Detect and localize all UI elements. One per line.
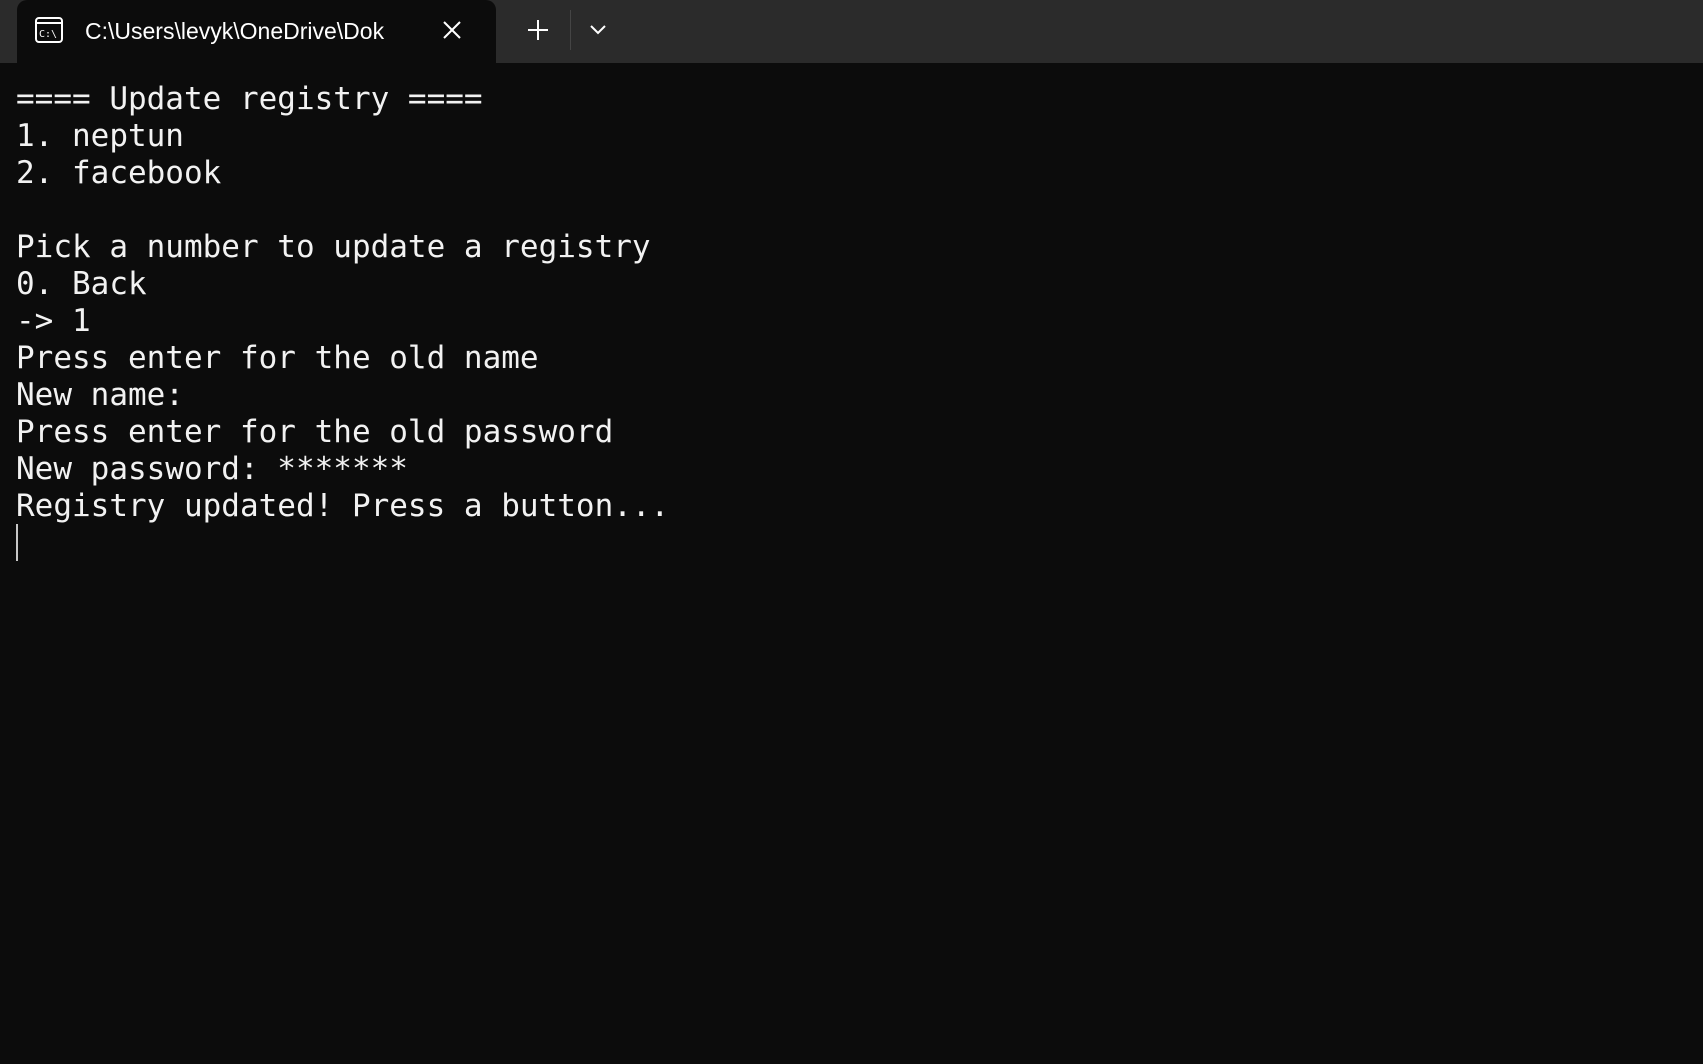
tab-separator (570, 10, 571, 50)
console-line: Press enter for the old password (16, 414, 614, 450)
svg-text:C:\: C:\ (39, 29, 57, 40)
terminal-cmd-icon: C:\ (35, 17, 63, 43)
plus-icon[interactable] (522, 14, 554, 46)
text-cursor (16, 524, 18, 561)
console-lines: ==== Update registry ==== 1. neptun 2. f… (16, 81, 669, 525)
console-line: 1. neptun (16, 118, 184, 154)
chevron-down-icon[interactable] (582, 14, 614, 46)
console-line: -> 1 (16, 303, 91, 339)
console-line: Registry updated! Press a button... (16, 488, 670, 524)
console-line: 0. Back (16, 266, 147, 302)
close-icon[interactable] (439, 17, 465, 43)
title-bar: C:\ C:\Users\levyk\OneDrive\Dok (0, 0, 1703, 63)
console-line: New name: (16, 377, 184, 413)
console-line: New password: ******* (16, 451, 408, 487)
console-line: ==== Update registry ==== (16, 81, 483, 117)
terminal-tab[interactable]: C:\ C:\Users\levyk\OneDrive\Dok (17, 0, 496, 63)
console-output[interactable]: ==== Update registry ==== 1. neptun 2. f… (0, 63, 1703, 1064)
console-line: Press enter for the old name (16, 340, 539, 376)
console-line: 2. facebook (16, 155, 222, 191)
tab-title: C:\Users\levyk\OneDrive\Dok (85, 18, 385, 44)
console-line: Pick a number to update a registry (16, 229, 651, 265)
